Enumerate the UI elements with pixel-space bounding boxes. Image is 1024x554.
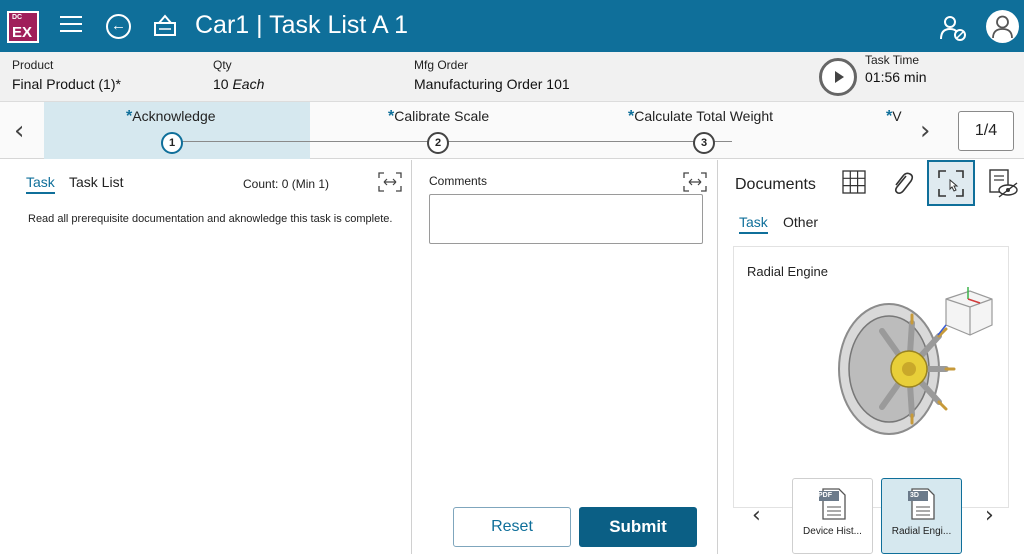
step-number-2[interactable]: 2: [427, 132, 449, 154]
fullscreen-button[interactable]: [927, 160, 975, 206]
logo-big-text: EX: [12, 24, 33, 41]
comments-panel: Comments Reset Submit: [413, 160, 718, 554]
fullscreen-icon: [938, 170, 964, 197]
kit-basket-icon[interactable]: [152, 13, 178, 39]
3d-badge: 3D: [910, 492, 919, 499]
app-logo: DC EX: [7, 11, 39, 43]
comments-field[interactable]: [429, 194, 703, 244]
app-window: DC EX ← Car1 | Task List A 1 Product Fin…: [0, 0, 1024, 554]
grid-icon[interactable]: [842, 170, 866, 194]
documents-prev-arrow-icon[interactable]: ‹: [752, 503, 761, 528]
task-instruction: Read all prerequisite documentation and …: [28, 213, 393, 225]
steps-next-arrow-icon[interactable]: ›: [920, 116, 930, 146]
hamburger-icon[interactable]: [60, 16, 82, 36]
step-label-1[interactable]: *Acknowledge: [126, 108, 216, 126]
task-count: Count: 0 (Min 1): [243, 177, 330, 191]
documents-tab-task[interactable]: Task: [739, 214, 768, 234]
user-avatar-icon[interactable]: [986, 10, 1019, 43]
document-thumb-3d[interactable]: 3D Radial Engi...: [881, 478, 962, 554]
qty-label: Qty: [213, 58, 232, 72]
logo-small-text: DC: [12, 14, 23, 21]
hide-document-icon[interactable]: [987, 168, 1019, 200]
reset-button[interactable]: Reset: [453, 507, 571, 547]
tab-task[interactable]: Task: [26, 174, 55, 194]
qty-unit: Each: [232, 76, 265, 92]
product-label: Product: [12, 58, 54, 72]
document-thumb-pdf[interactable]: PDF Device Hist...: [792, 478, 873, 554]
order-info-row: Product Final Product (1)* Qty 10 Each M…: [0, 52, 1024, 102]
documents-panel: Documents Task Other Radial Engine ‹ PDF…: [719, 160, 1024, 554]
paperclip-icon[interactable]: [889, 170, 915, 196]
top-bar: DC EX ← Car1 | Task List A 1: [0, 0, 1024, 52]
documents-next-arrow-icon[interactable]: ›: [985, 503, 994, 528]
documents-tab-other[interactable]: Other: [783, 214, 818, 230]
tab-task-list[interactable]: Task List: [69, 174, 123, 190]
steps-prev-arrow-icon[interactable]: ‹: [14, 116, 24, 146]
qty-value: 10 Each: [213, 76, 264, 92]
back-arrow-icon[interactable]: ←: [106, 14, 131, 39]
comments-label: Comments: [429, 174, 488, 188]
product-value: Final Product (1)*: [12, 76, 121, 92]
expand-comments-icon[interactable]: [683, 172, 707, 192]
play-timer-button[interactable]: [819, 58, 857, 96]
step-label-4[interactable]: *V: [886, 108, 902, 126]
task-panel: Task Task List Count: 0 (Min 1) Read all…: [0, 160, 412, 554]
step-number-3[interactable]: 3: [693, 132, 715, 154]
qty-number: 10: [213, 76, 229, 92]
step-navigator: ‹ *Acknowledge 1 *Calibrate Scale 2 *Cal…: [0, 102, 1024, 159]
expand-task-icon[interactable]: [378, 172, 402, 192]
step-label-2[interactable]: *Calibrate Scale: [388, 108, 489, 126]
user-settings-icon[interactable]: [939, 14, 967, 42]
step-page-indicator[interactable]: 1/4: [958, 111, 1014, 151]
step-number-1[interactable]: 1: [161, 132, 183, 154]
submit-button[interactable]: Submit: [579, 507, 697, 547]
mfg-order-label: Mfg Order: [414, 58, 469, 72]
task-time-value: 01:56 min: [865, 69, 927, 85]
page-title: Car1 | Task List A 1: [195, 11, 409, 39]
pdf-badge: PDF: [818, 492, 832, 499]
mfg-order-value: Manufacturing Order 101: [414, 76, 570, 92]
task-time-label: Task Time: [865, 53, 920, 67]
document-viewer-title: Radial Engine: [747, 264, 828, 279]
document-viewer[interactable]: Radial Engine: [733, 246, 1009, 508]
documents-title: Documents: [735, 176, 816, 193]
document-thumb-label: Radial Engi...: [891, 526, 952, 537]
view-cube-icon[interactable]: [934, 283, 998, 345]
play-icon: [835, 71, 844, 83]
steps-progress-line: [172, 141, 732, 142]
step-label-3[interactable]: *Calculate Total Weight: [628, 108, 773, 126]
document-thumb-label: Device Hist...: [803, 526, 862, 537]
